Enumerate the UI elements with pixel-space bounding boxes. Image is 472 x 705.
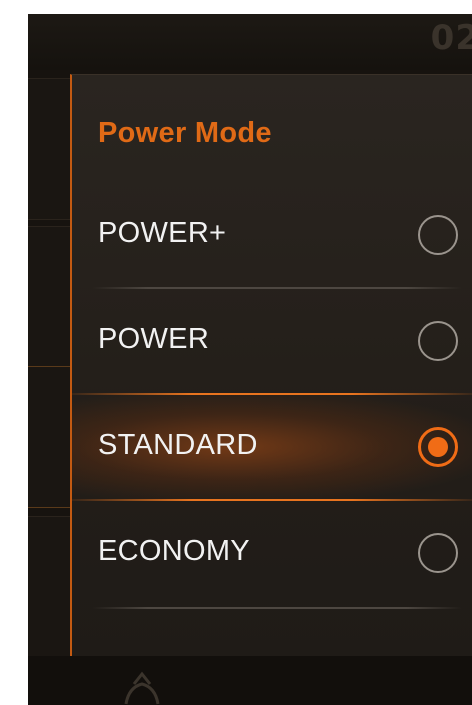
option-power[interactable]: POWER	[72, 289, 472, 393]
divider	[92, 607, 462, 609]
radio-button[interactable]	[418, 533, 458, 573]
option-label: POWER+	[98, 217, 227, 249]
option-label: ECONOMY	[98, 535, 250, 567]
radio-button-selected[interactable]	[418, 427, 458, 467]
bottom-bar	[28, 656, 472, 705]
option-economy[interactable]: ECONOMY	[72, 501, 472, 605]
radio-button[interactable]	[418, 321, 458, 361]
option-label: POWER	[98, 323, 210, 355]
clock-readout: 02	[430, 18, 472, 58]
radio-dot-icon	[428, 437, 448, 457]
option-label: STANDARD	[98, 429, 258, 461]
power-mode-panel: Power Mode POWER+ POWER STANDARD ECONOMY	[70, 74, 472, 656]
option-power-plus[interactable]: POWER+	[72, 183, 472, 287]
radio-button[interactable]	[418, 215, 458, 255]
top-status-bar: 02	[28, 14, 472, 70]
panel-title: Power Mode	[98, 117, 272, 149]
option-standard[interactable]: STANDARD	[72, 395, 472, 499]
gear-icon[interactable]	[120, 670, 164, 705]
device-screen: 02 Power Mode POWER+ POWER STANDARD ECON…	[28, 14, 472, 705]
